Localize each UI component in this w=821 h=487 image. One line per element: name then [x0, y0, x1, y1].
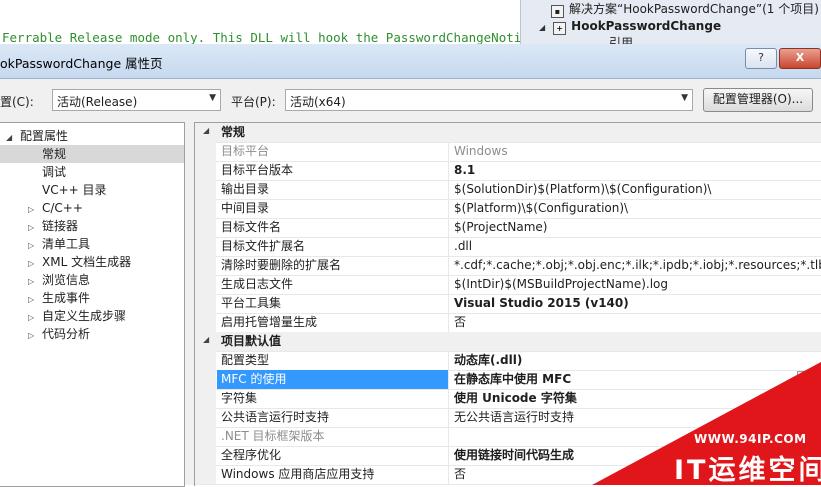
tree-item-label: 调试: [42, 165, 67, 179]
tree-item-custom-build-step[interactable]: ▷ 自定义生成步骤: [28, 307, 126, 325]
tree-item-label: 链接器: [42, 219, 79, 233]
tree-item-code-analysis[interactable]: ▷ 代码分析: [28, 325, 90, 343]
help-button[interactable]: ?: [745, 48, 777, 69]
tree-item-build-events[interactable]: ▷ 生成事件: [28, 289, 90, 307]
property-name: 启用托管增量生成: [217, 313, 449, 332]
property-row[interactable]: 输出目录 $(SolutionDir)$(Platform)\$(Configur…: [195, 180, 821, 200]
property-value: Visual Studio 2015 (v140): [454, 296, 629, 310]
property-row[interactable]: 生成日志文件 $(IntDir)$(MSBuildProjectName).log: [195, 275, 821, 295]
property-value: $(SolutionDir)$(Platform)\$(Configuratio…: [454, 182, 712, 196]
property-name: 目标文件名: [217, 218, 449, 237]
code-editor-background: Ferrable Release mode only. This DLL wil…: [0, 0, 559, 46]
property-row[interactable]: 中间目录 $(Platform)\$(Configuration)\: [195, 199, 821, 219]
config-manager-button[interactable]: 配置管理器(O)...: [703, 88, 813, 112]
property-value: 否: [454, 315, 467, 329]
tree-item-xml-doc-generator[interactable]: ▷ XML 文档生成器: [28, 253, 131, 271]
property-name: MFC 的使用: [217, 370, 449, 389]
chevron-down-icon: ▼: [209, 93, 216, 103]
platform-label: 平台(P):: [231, 95, 276, 109]
tree-item-manifest-tool[interactable]: ▷ 清单工具: [28, 235, 90, 253]
tree-item-label: VC++ 目录: [42, 183, 107, 197]
platform-select[interactable]: 活动(x64) ▼: [285, 89, 693, 111]
property-value: 8.1: [454, 163, 476, 177]
property-name: 清除时要删除的扩展名: [217, 256, 449, 275]
category-project-defaults[interactable]: ◢ 项目默认值: [195, 332, 821, 352]
property-row[interactable]: 启用托管增量生成否: [195, 313, 821, 333]
collapsed-icon[interactable]: ▷: [28, 327, 42, 345]
property-name: 字符集: [217, 389, 449, 408]
project-label: HookPasswordChange: [571, 19, 722, 33]
code-comment-line: Ferrable Release mode only. This DLL wil…: [2, 30, 559, 45]
property-row[interactable]: 目标文件名 $(ProjectName): [195, 218, 821, 238]
tree-item-general[interactable]: 常规: [0, 145, 184, 163]
dialog-title: okPasswordChange 属性页: [0, 56, 163, 71]
watermark: WWW.94IP.COM IT运维空间: [592, 362, 821, 486]
property-value: $(Platform)\$(Configuration)\: [454, 201, 629, 215]
platform-value: 活动(x64): [290, 95, 346, 109]
property-name: 中间目录: [217, 199, 449, 218]
category-general[interactable]: ◢ 常规: [195, 123, 821, 143]
property-name: 公共语言运行时支持: [217, 408, 449, 427]
category-label: 项目默认值: [221, 334, 282, 348]
tree-item-label: 自定义生成步骤: [42, 309, 127, 323]
solution-explorer: ▪ 解决方案“HookPasswordChange”(1 个项目) ◢ + HookP…: [520, 0, 821, 50]
config-toolbar: 置(C): 活动(Release) ▼ 平台(P): 活动(x64) ▼ 配置管…: [0, 87, 821, 115]
project-icon: +: [553, 22, 567, 35]
tree-item-c-cpp[interactable]: ▷ C/C++: [28, 199, 83, 217]
property-name: 平台工具集: [217, 294, 449, 313]
property-value: $(ProjectName): [454, 220, 548, 234]
property-row[interactable]: 平台工具集 Visual Studio 2015 (v140): [195, 294, 821, 314]
category-label: 常规: [221, 125, 246, 139]
tree-item-label: 代码分析: [42, 327, 91, 341]
tree-item-label: XML 文档生成器: [42, 255, 132, 269]
close-button[interactable]: X: [779, 48, 821, 69]
property-row[interactable]: 清除时要删除的扩展名 *.cdf;*.cache;*.obj;*.obj.enc;…: [195, 256, 821, 276]
tree-item-label: 生成事件: [42, 291, 91, 305]
property-value: $(IntDir)$(MSBuildProjectName).log: [454, 277, 669, 291]
property-name: Windows 应用商店应用支持: [217, 465, 449, 484]
property-name: 生成日志文件: [217, 275, 449, 294]
project-node[interactable]: ◢ + HookPasswordChange: [539, 17, 721, 35]
tree-item-label: 常规: [42, 147, 67, 161]
dialog-titlebar[interactable]: okPasswordChange 属性页 ? X: [0, 44, 821, 79]
tree-item-browse-info[interactable]: ▷ 浏览信息: [28, 271, 90, 289]
property-row[interactable]: 目标平台 Windows: [195, 142, 821, 162]
tree-item-vc-directories[interactable]: VC++ 目录: [42, 181, 107, 199]
property-value: .dll: [454, 239, 473, 253]
watermark-url: WWW.94IP.COM: [694, 432, 807, 446]
tree-item-linker[interactable]: ▷ 链接器: [28, 217, 78, 235]
tree-item-label: 清单工具: [42, 237, 91, 251]
configuration-label: 置(C):: [0, 95, 34, 109]
watermark-brand: IT运维空间: [674, 455, 821, 486]
expanded-icon[interactable]: ◢: [203, 126, 217, 135]
tree-item-debugging[interactable]: 调试: [42, 163, 66, 181]
property-name: 全程序优化: [217, 446, 449, 465]
solution-node[interactable]: ▪ 解决方案“HookPasswordChange”(1 个项目): [551, 0, 819, 18]
solution-label: 解决方案“HookPasswordChange”(1 个项目): [569, 2, 819, 16]
tree-root-label: 配置属性: [20, 129, 69, 143]
chevron-down-icon: ▼: [681, 93, 688, 103]
property-value: Windows: [454, 144, 508, 158]
tree-item-label: 浏览信息: [42, 273, 91, 287]
property-name: 目标文件扩展名: [217, 237, 449, 256]
property-row[interactable]: 目标文件扩展名 .dll: [195, 237, 821, 257]
property-name: 目标平台版本: [217, 161, 449, 180]
property-name: 配置类型: [217, 351, 449, 370]
collapse-icon[interactable]: ◢: [539, 19, 545, 37]
property-name: .NET 目标框架版本: [217, 427, 449, 446]
tree-root-config-properties[interactable]: ◢ 配置属性: [6, 127, 68, 145]
configuration-value: 活动(Release): [57, 95, 138, 109]
configuration-select[interactable]: 活动(Release) ▼: [52, 89, 221, 111]
property-row[interactable]: 目标平台版本 8.1: [195, 161, 821, 181]
expanded-icon[interactable]: ◢: [203, 335, 217, 344]
property-tree: ◢ 配置属性 常规 调试 VC++ 目录 ▷ C/C++ ▷ 链接器 ▷ 清单工具 ▷ X…: [0, 122, 185, 487]
tree-item-label: C/C++: [42, 201, 83, 215]
property-name: 目标平台: [217, 142, 449, 161]
property-value: *.cdf;*.cache;*.obj;*.obj.enc;*.ilk;*.ip…: [454, 258, 821, 272]
property-name: 输出目录: [217, 180, 449, 199]
